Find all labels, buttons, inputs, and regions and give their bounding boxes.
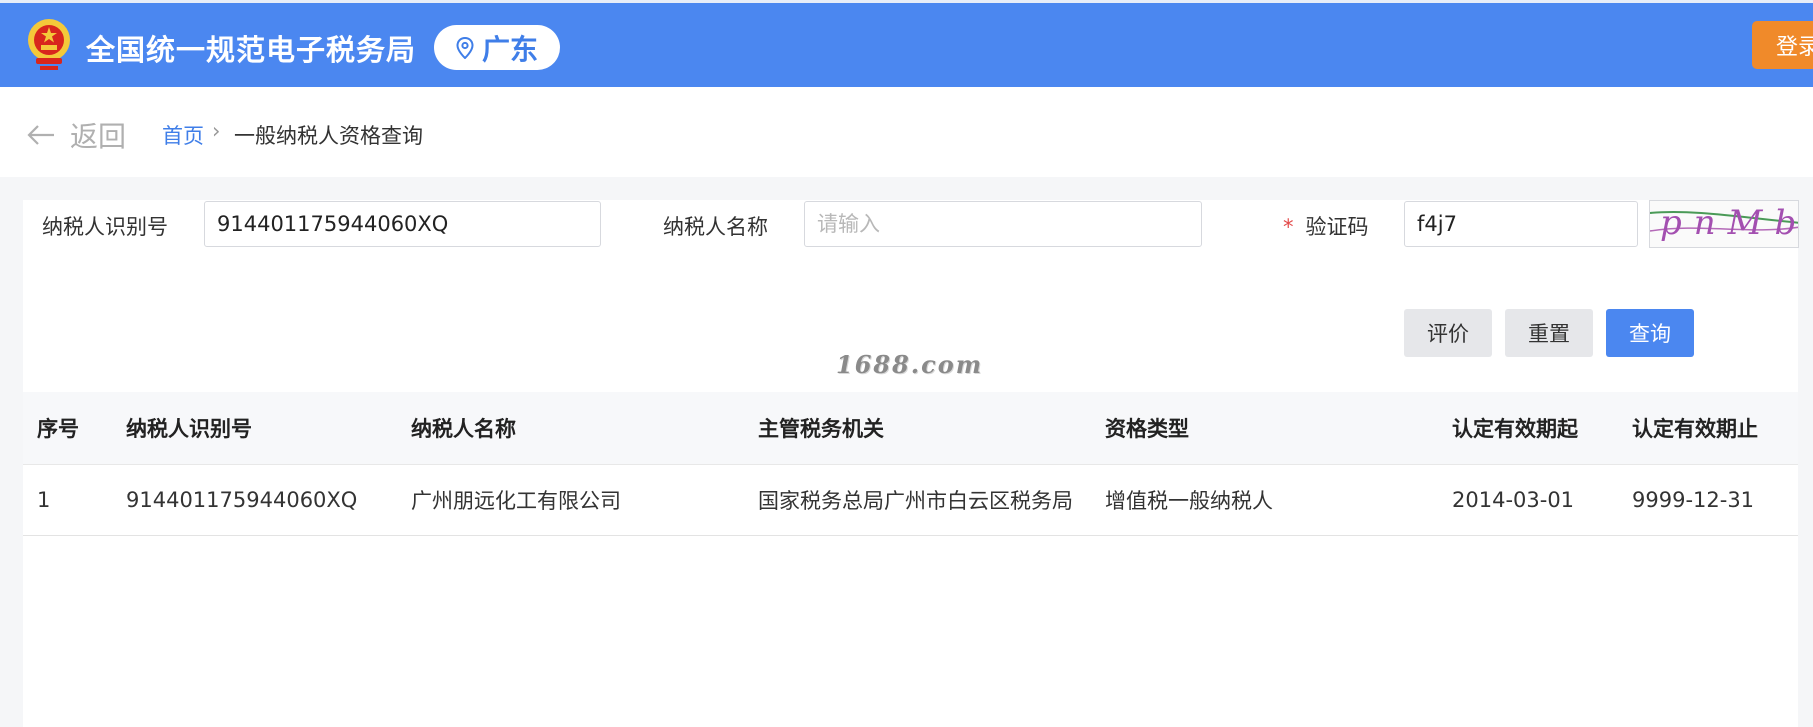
- national-emblem-icon: [28, 19, 70, 70]
- captcha-image[interactable]: pnMb: [1649, 200, 1799, 248]
- taxpayer-id-label: 纳税人识别号: [42, 215, 168, 239]
- captcha-input[interactable]: [1404, 201, 1638, 247]
- top-header: 全国统一规范电子税务局 广东 登录: [0, 0, 1813, 87]
- site-title: 全国统一规范电子税务局: [86, 33, 417, 67]
- cell-tax-authority: 国家税务总局广州市白云区税务局: [758, 489, 1073, 513]
- evaluate-button[interactable]: 评价: [1404, 309, 1492, 357]
- region-selector[interactable]: 广东: [434, 25, 560, 70]
- region-label: 广东: [481, 32, 538, 66]
- col-qualification-type-header: 资格类型: [1105, 417, 1189, 441]
- col-taxpayer-name-header: 纳税人名称: [411, 417, 516, 441]
- back-button[interactable]: 返回: [26, 115, 126, 155]
- breadcrumb-current: 一般纳税人资格查询: [234, 124, 423, 148]
- breadcrumb-separator: ›: [212, 119, 221, 143]
- captcha-text: pnMb: [1660, 203, 1799, 243]
- col-valid-to-header: 认定有效期止: [1632, 417, 1758, 441]
- query-button[interactable]: 查询: [1606, 309, 1694, 357]
- arrow-left-icon: [27, 125, 54, 145]
- cell-valid-to: 9999-12-31: [1632, 488, 1755, 512]
- captcha-label-text: 验证码: [1305, 215, 1369, 239]
- login-button[interactable]: 登录: [1752, 21, 1813, 69]
- reset-button[interactable]: 重置: [1505, 309, 1593, 357]
- breadcrumb-bar: 返回 首页 › 一般纳税人资格查询: [0, 87, 1813, 177]
- col-valid-from-header: 认定有效期起: [1452, 417, 1578, 441]
- table-row: 1 914401175944060XQ 广州朋远化工有限公司 国家税务总局广州市…: [23, 465, 1798, 536]
- cell-qualification-type: 增值税一般纳税人: [1105, 489, 1273, 513]
- taxpayer-id-input[interactable]: [204, 201, 601, 247]
- table-header: 序号 纳税人识别号 纳税人名称 主管税务机关 资格类型 认定有效期起 认定有效期…: [23, 392, 1798, 465]
- required-mark: *: [1283, 215, 1294, 239]
- header-top-strip: [0, 0, 1813, 3]
- captcha-label: * 验证码: [1283, 211, 1369, 241]
- col-tax-authority-header: 主管税务机关: [758, 417, 884, 441]
- taxpayer-name-input[interactable]: [804, 201, 1202, 247]
- col-index-header: 序号: [37, 417, 79, 441]
- cell-taxpayer-name: 广州朋远化工有限公司: [411, 489, 621, 513]
- back-label: 返回: [70, 120, 127, 153]
- location-pin-icon: [456, 36, 474, 59]
- cell-taxpayer-id: 914401175944060XQ: [126, 488, 358, 512]
- cell-valid-from: 2014-03-01: [1452, 488, 1575, 512]
- breadcrumb-home-link[interactable]: 首页: [162, 120, 204, 150]
- taxpayer-name-label: 纳税人名称: [663, 215, 768, 239]
- col-taxpayer-id-header: 纳税人识别号: [126, 417, 252, 441]
- results-table: 序号 纳税人识别号 纳税人名称 主管税务机关 资格类型 认定有效期起 认定有效期…: [23, 392, 1798, 727]
- watermark: 1688.com: [836, 350, 984, 379]
- cell-index: 1: [37, 488, 51, 512]
